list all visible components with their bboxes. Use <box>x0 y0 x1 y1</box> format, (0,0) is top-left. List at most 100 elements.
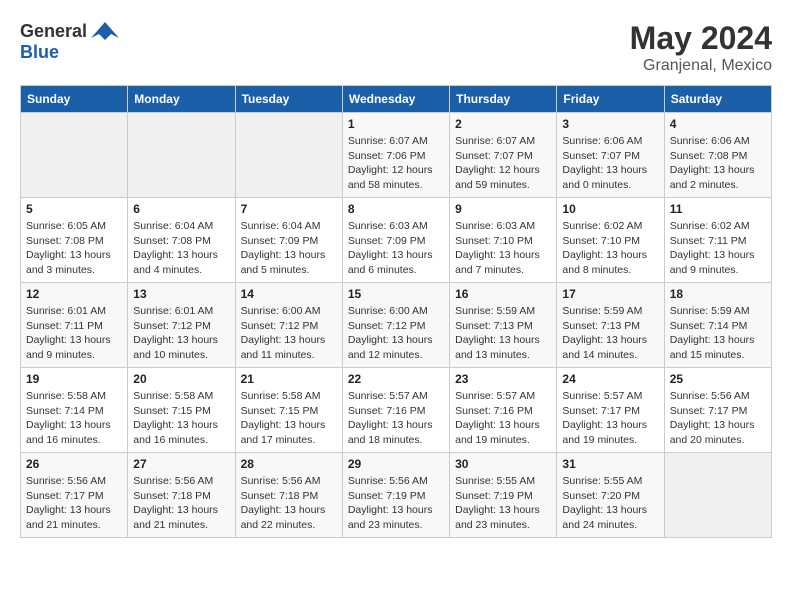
day-info: Sunrise: 5:56 AMSunset: 7:19 PMDaylight:… <box>348 474 444 533</box>
calendar-cell: 3 Sunrise: 6:06 AMSunset: 7:07 PMDaylight… <box>557 113 664 198</box>
weekday-header-sunday: Sunday <box>21 86 128 113</box>
day-info: Sunrise: 5:55 AMSunset: 7:20 PMDaylight:… <box>562 474 658 533</box>
day-number: 1 <box>348 117 444 131</box>
calendar-week-row: 1 Sunrise: 6:07 AMSunset: 7:06 PMDaylight… <box>21 113 772 198</box>
day-number: 17 <box>562 287 658 301</box>
calendar-week-row: 12Sunrise: 6:01 AMSunset: 7:11 PMDayligh… <box>21 283 772 368</box>
day-number: 7 <box>241 202 337 216</box>
calendar-cell: 14 Sunrise: 6:00 AMSunset: 7:12 PMDayligh… <box>235 283 342 368</box>
day-info: Sunrise: 6:04 AMSunset: 7:08 PMDaylight:… <box>133 219 229 278</box>
calendar-cell: 23 Sunrise: 5:57 AMSunset: 7:16 PMDayligh… <box>450 368 557 453</box>
weekday-header-friday: Friday <box>557 86 664 113</box>
day-number: 29 <box>348 457 444 471</box>
day-number: 23 <box>455 372 551 386</box>
calendar-cell: 12Sunrise: 6:01 AMSunset: 7:11 PMDayligh… <box>21 283 128 368</box>
day-number: 13 <box>133 287 229 301</box>
calendar-cell: 13 Sunrise: 6:01 AMSunset: 7:12 PMDayligh… <box>128 283 235 368</box>
day-number: 15 <box>348 287 444 301</box>
calendar-cell: 31 Sunrise: 5:55 AMSunset: 7:20 PMDayligh… <box>557 453 664 538</box>
day-info: Sunrise: 6:01 AMSunset: 7:12 PMDaylight:… <box>133 304 229 363</box>
weekday-header-tuesday: Tuesday <box>235 86 342 113</box>
title-block: May 2024 Granjenal, Mexico <box>630 20 772 75</box>
calendar-cell: 22 Sunrise: 5:57 AMSunset: 7:16 PMDayligh… <box>342 368 449 453</box>
day-info: Sunrise: 5:56 AMSunset: 7:17 PMDaylight:… <box>670 389 766 448</box>
day-number: 19 <box>26 372 122 386</box>
calendar-week-row: 19 Sunrise: 5:58 AMSunset: 7:14 PMDayligh… <box>21 368 772 453</box>
day-number: 22 <box>348 372 444 386</box>
weekday-header-row: SundayMondayTuesdayWednesdayThursdayFrid… <box>21 86 772 113</box>
calendar-cell: 7 Sunrise: 6:04 AMSunset: 7:09 PMDaylight… <box>235 198 342 283</box>
calendar-cell: 8 Sunrise: 6:03 AMSunset: 7:09 PMDaylight… <box>342 198 449 283</box>
day-info: Sunrise: 5:58 AMSunset: 7:15 PMDaylight:… <box>133 389 229 448</box>
day-number: 26 <box>26 457 122 471</box>
day-info: Sunrise: 5:56 AMSunset: 7:17 PMDaylight:… <box>26 474 122 533</box>
weekday-header-thursday: Thursday <box>450 86 557 113</box>
day-info: Sunrise: 6:02 AMSunset: 7:11 PMDaylight:… <box>670 219 766 278</box>
logo: General Blue <box>20 20 119 63</box>
calendar-cell: 2Sunrise: 6:07 AMSunset: 7:07 PMDaylight… <box>450 113 557 198</box>
day-info: Sunrise: 6:07 AMSunset: 7:06 PMDaylight:… <box>348 134 444 193</box>
day-info: Sunrise: 5:58 AMSunset: 7:15 PMDaylight:… <box>241 389 337 448</box>
day-info: Sunrise: 6:04 AMSunset: 7:09 PMDaylight:… <box>241 219 337 278</box>
day-number: 9 <box>455 202 551 216</box>
day-info: Sunrise: 5:58 AMSunset: 7:14 PMDaylight:… <box>26 389 122 448</box>
logo-general-text: General <box>20 21 87 42</box>
calendar-cell: 26 Sunrise: 5:56 AMSunset: 7:17 PMDayligh… <box>21 453 128 538</box>
day-info: Sunrise: 5:59 AMSunset: 7:13 PMDaylight:… <box>562 304 658 363</box>
calendar-cell: 15 Sunrise: 6:00 AMSunset: 7:12 PMDayligh… <box>342 283 449 368</box>
day-info: Sunrise: 5:57 AMSunset: 7:16 PMDaylight:… <box>455 389 551 448</box>
calendar-cell <box>128 113 235 198</box>
day-number: 20 <box>133 372 229 386</box>
day-info: Sunrise: 6:06 AMSunset: 7:07 PMDaylight:… <box>562 134 658 193</box>
calendar-cell <box>235 113 342 198</box>
day-number: 31 <box>562 457 658 471</box>
day-info: Sunrise: 5:57 AMSunset: 7:16 PMDaylight:… <box>348 389 444 448</box>
day-number: 14 <box>241 287 337 301</box>
calendar-cell: 1 Sunrise: 6:07 AMSunset: 7:06 PMDaylight… <box>342 113 449 198</box>
calendar-cell: 18Sunrise: 5:59 AMSunset: 7:14 PMDayligh… <box>664 283 771 368</box>
calendar-cell: 19 Sunrise: 5:58 AMSunset: 7:14 PMDayligh… <box>21 368 128 453</box>
day-info: Sunrise: 5:57 AMSunset: 7:17 PMDaylight:… <box>562 389 658 448</box>
day-number: 6 <box>133 202 229 216</box>
weekday-header-monday: Monday <box>128 86 235 113</box>
day-number: 5 <box>26 202 122 216</box>
day-number: 27 <box>133 457 229 471</box>
calendar-week-row: 26 Sunrise: 5:56 AMSunset: 7:17 PMDayligh… <box>21 453 772 538</box>
calendar-cell: 27 Sunrise: 5:56 AMSunset: 7:18 PMDayligh… <box>128 453 235 538</box>
day-number: 2 <box>455 117 551 131</box>
calendar-cell: 5Sunrise: 6:05 AMSunset: 7:08 PMDaylight… <box>21 198 128 283</box>
calendar-cell <box>664 453 771 538</box>
day-number: 3 <box>562 117 658 131</box>
day-number: 24 <box>562 372 658 386</box>
day-info: Sunrise: 5:59 AMSunset: 7:14 PMDaylight:… <box>670 304 766 363</box>
logo-blue-text: Blue <box>20 42 59 62</box>
weekday-header-wednesday: Wednesday <box>342 86 449 113</box>
day-info: Sunrise: 6:00 AMSunset: 7:12 PMDaylight:… <box>241 304 337 363</box>
day-info: Sunrise: 6:03 AMSunset: 7:10 PMDaylight:… <box>455 219 551 278</box>
day-info: Sunrise: 5:55 AMSunset: 7:19 PMDaylight:… <box>455 474 551 533</box>
day-info: Sunrise: 6:02 AMSunset: 7:10 PMDaylight:… <box>562 219 658 278</box>
calendar-cell: 4Sunrise: 6:06 AMSunset: 7:08 PMDaylight… <box>664 113 771 198</box>
day-info: Sunrise: 6:03 AMSunset: 7:09 PMDaylight:… <box>348 219 444 278</box>
day-number: 16 <box>455 287 551 301</box>
day-number: 28 <box>241 457 337 471</box>
calendar-cell <box>21 113 128 198</box>
calendar-cell: 28Sunrise: 5:56 AMSunset: 7:18 PMDayligh… <box>235 453 342 538</box>
day-info: Sunrise: 5:59 AMSunset: 7:13 PMDaylight:… <box>455 304 551 363</box>
day-info: Sunrise: 5:56 AMSunset: 7:18 PMDaylight:… <box>133 474 229 533</box>
day-number: 12 <box>26 287 122 301</box>
calendar-cell: 21Sunrise: 5:58 AMSunset: 7:15 PMDayligh… <box>235 368 342 453</box>
calendar-cell: 11 Sunrise: 6:02 AMSunset: 7:11 PMDayligh… <box>664 198 771 283</box>
calendar-cell: 24 Sunrise: 5:57 AMSunset: 7:17 PMDayligh… <box>557 368 664 453</box>
day-number: 11 <box>670 202 766 216</box>
day-number: 8 <box>348 202 444 216</box>
calendar-cell: 16 Sunrise: 5:59 AMSunset: 7:13 PMDayligh… <box>450 283 557 368</box>
logo-bird-icon <box>91 20 119 42</box>
day-info: Sunrise: 6:00 AMSunset: 7:12 PMDaylight:… <box>348 304 444 363</box>
month-year-title: May 2024 <box>630 20 772 57</box>
calendar-table: SundayMondayTuesdayWednesdayThursdayFrid… <box>20 85 772 538</box>
page-header: General Blue May 2024 Granjenal, Mexico <box>20 20 772 75</box>
calendar-week-row: 5Sunrise: 6:05 AMSunset: 7:08 PMDaylight… <box>21 198 772 283</box>
day-number: 10 <box>562 202 658 216</box>
day-info: Sunrise: 6:06 AMSunset: 7:08 PMDaylight:… <box>670 134 766 193</box>
